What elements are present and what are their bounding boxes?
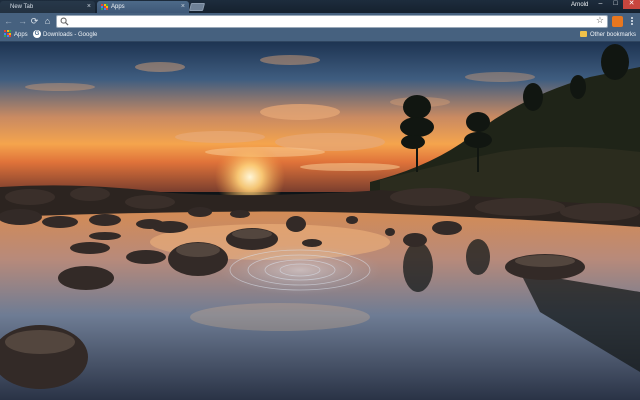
address-bar[interactable]: ☆ — [56, 15, 608, 28]
maximize-button[interactable]: □ — [608, 0, 623, 9]
extension-icon[interactable] — [612, 16, 623, 27]
bookmarks-bar: Apps G Downloads - Google Other bookmarks — [0, 29, 640, 42]
bookmark-downloads[interactable]: G Downloads - Google — [33, 29, 98, 41]
bookmark-star-icon[interactable]: ☆ — [596, 15, 604, 26]
title-bar: New Tab × Apps × Arnold – □ ✕ — [0, 0, 640, 13]
profile-name[interactable]: Arnold — [571, 0, 588, 10]
apps-grid-icon — [101, 4, 108, 10]
close-window-button[interactable]: ✕ — [623, 0, 640, 9]
forward-button[interactable]: → — [17, 15, 28, 27]
google-g-icon: G — [33, 29, 41, 38]
bookmark-label: Other bookmarks — [590, 32, 637, 38]
folder-icon — [580, 30, 587, 37]
tab-label: Apps — [111, 4, 125, 10]
bookmark-label: Apps — [14, 32, 28, 38]
new-tab-button[interactable] — [188, 3, 206, 11]
address-input[interactable] — [71, 16, 591, 27]
minimize-button[interactable]: – — [593, 0, 608, 9]
tab-label: New Tab — [10, 4, 34, 10]
search-icon — [60, 17, 69, 26]
close-icon[interactable]: × — [87, 1, 91, 13]
tab-apps[interactable]: Apps × — [97, 1, 189, 13]
back-button[interactable]: ← — [3, 15, 14, 27]
apps-grid-icon — [4, 30, 11, 38]
new-tab-page — [0, 42, 640, 400]
close-icon[interactable]: × — [181, 1, 185, 13]
bookmark-other-bookmarks[interactable]: Other bookmarks — [580, 30, 636, 41]
theme-background-image — [0, 42, 640, 400]
home-button[interactable]: ⌂ — [42, 15, 53, 27]
bookmark-label: Downloads - Google — [43, 32, 98, 38]
reload-button[interactable]: ⟳ — [29, 15, 40, 27]
three-dot-menu-icon[interactable] — [628, 16, 636, 27]
toolbar: ← → ⟳ ⌂ ☆ — [0, 13, 640, 30]
tab-new-tab[interactable]: New Tab × — [0, 1, 95, 13]
bookmark-apps[interactable]: Apps — [4, 30, 28, 41]
